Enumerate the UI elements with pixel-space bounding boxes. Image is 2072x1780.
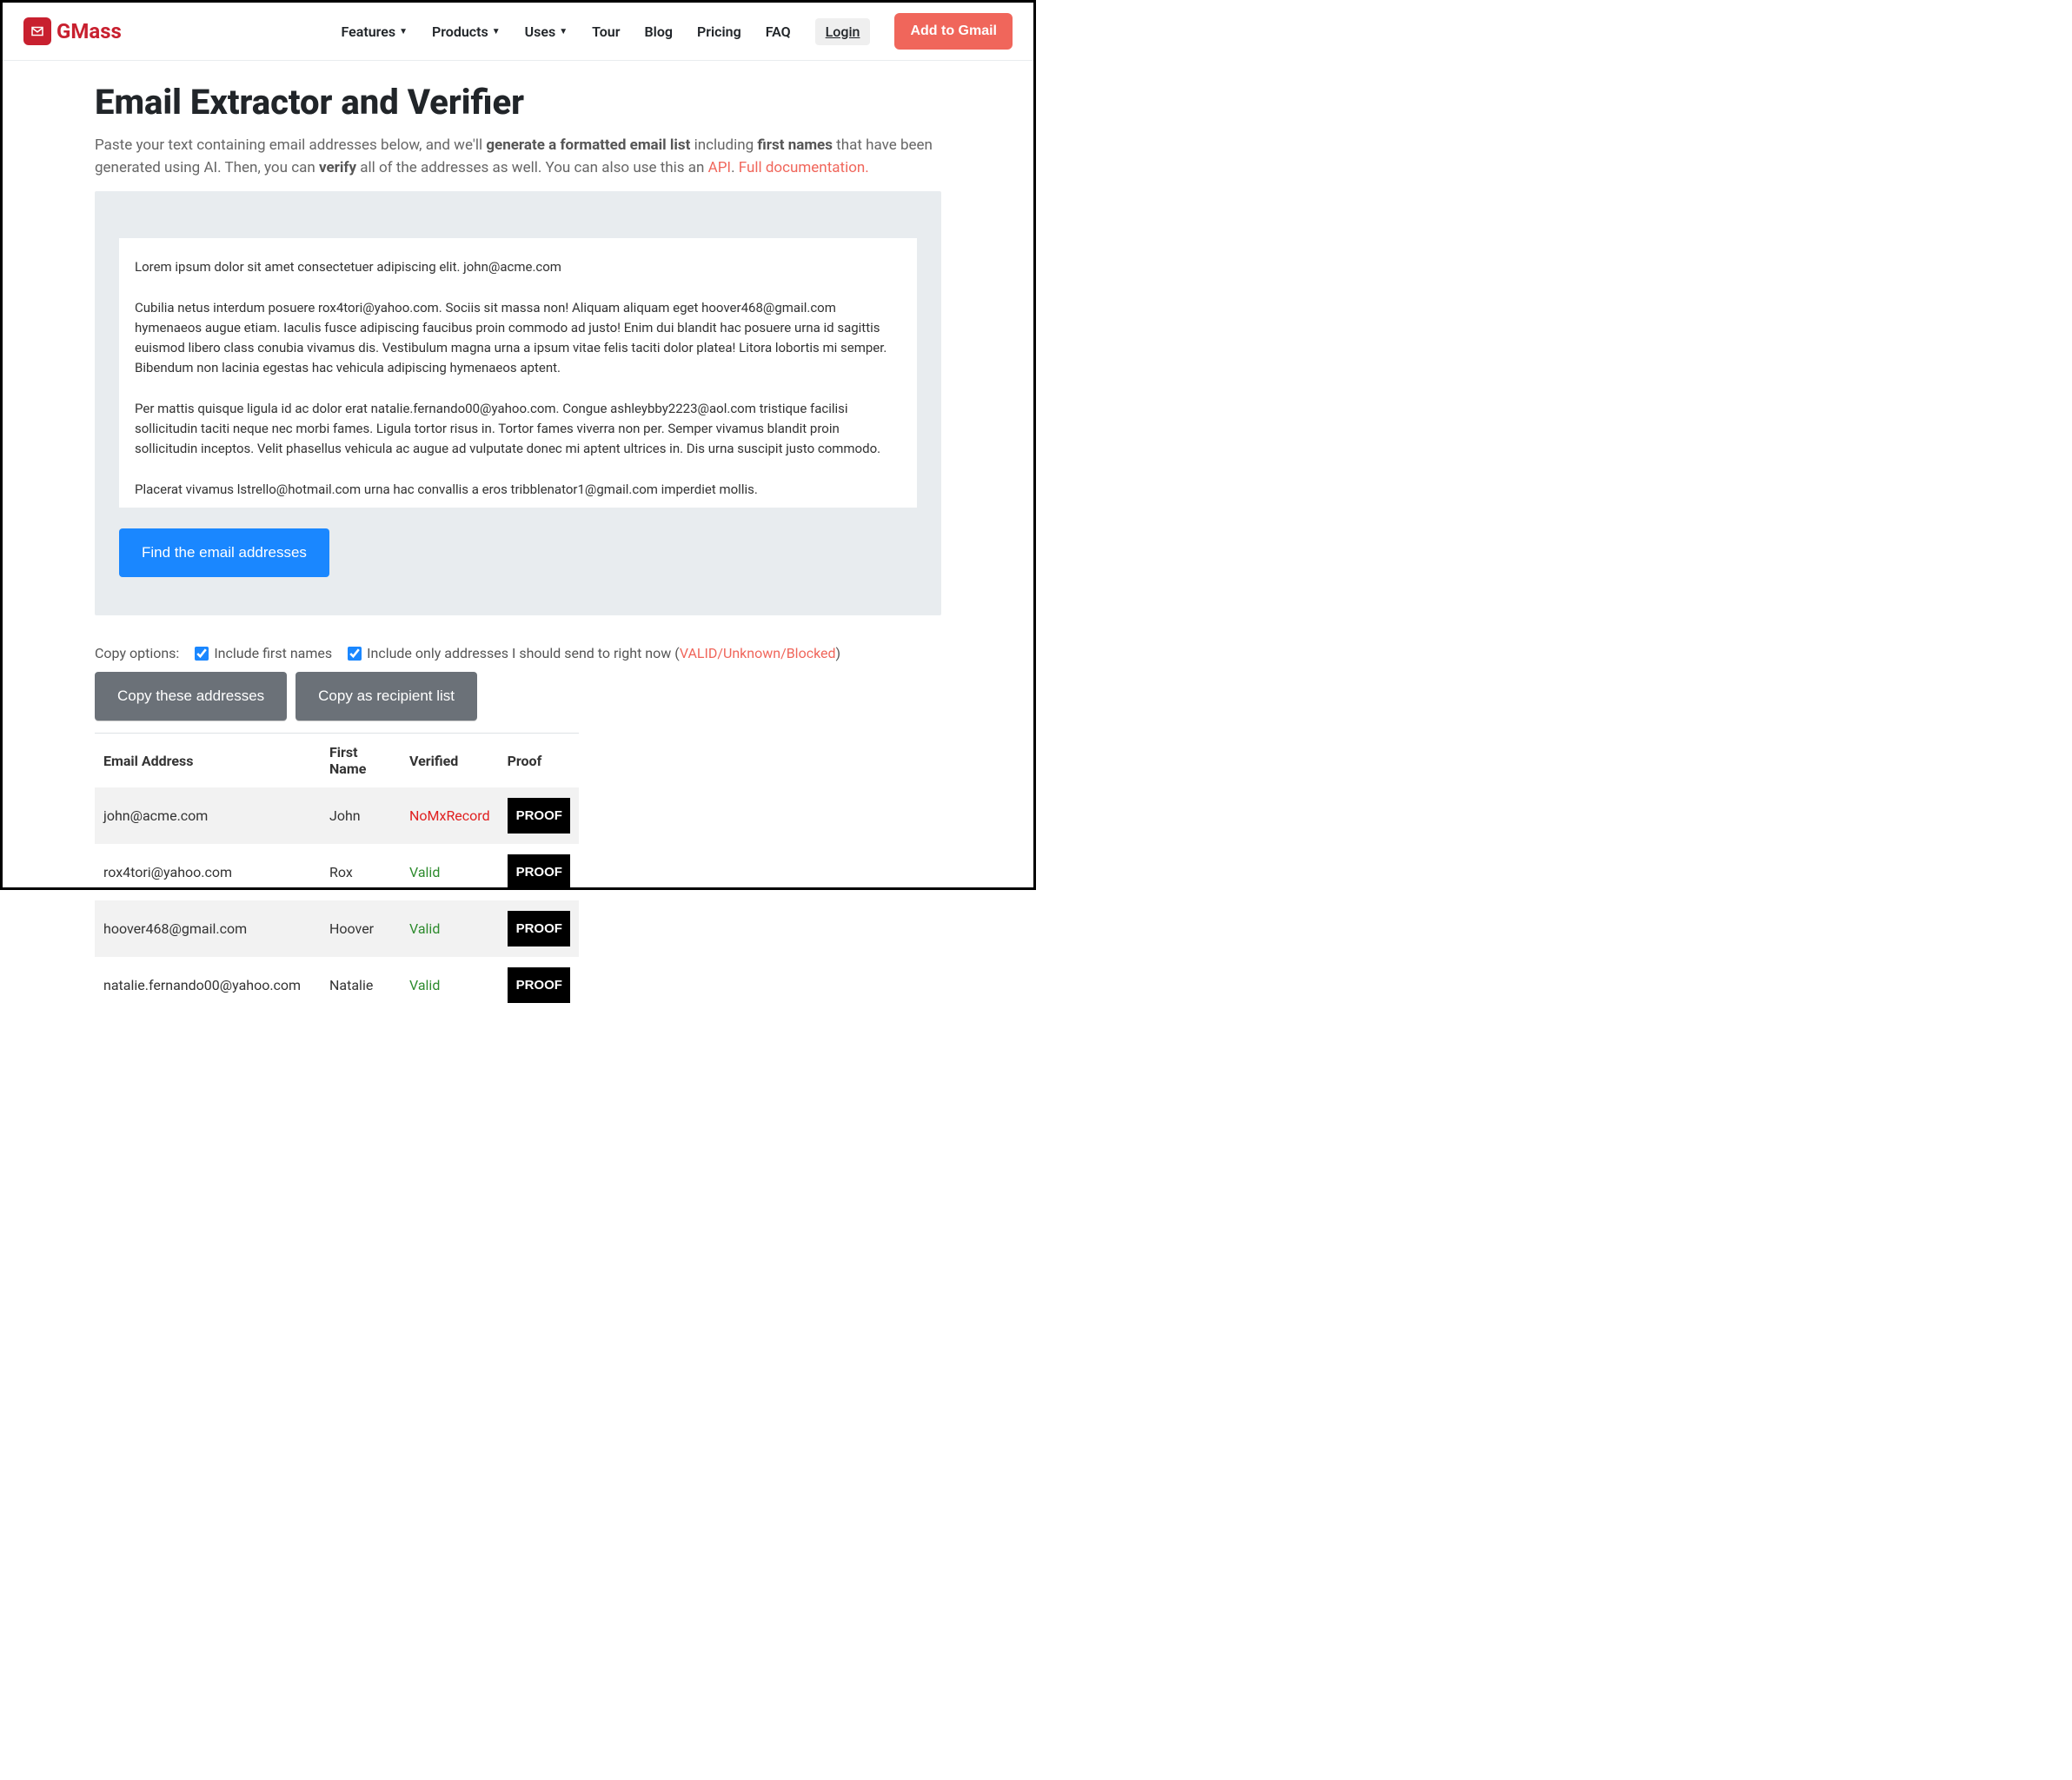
nav-blog[interactable]: Blog bbox=[645, 23, 673, 40]
nav-products[interactable]: Products ▼ bbox=[432, 23, 501, 40]
copy-actions: Copy these addresses Copy as recipient l… bbox=[95, 672, 941, 721]
proof-button[interactable]: PROOF bbox=[508, 911, 570, 946]
col-proof: Proof bbox=[499, 734, 579, 788]
gmass-logo-icon bbox=[23, 17, 51, 45]
login-button[interactable]: Login bbox=[815, 18, 871, 45]
intro-text: Paste your text containing email address… bbox=[95, 136, 486, 154]
table-row: hoover468@gmail.comHooverValid PROOF bbox=[95, 900, 579, 957]
chevron-down-icon: ▼ bbox=[399, 27, 408, 37]
main-nav: Features▼ Products▼ Uses▼ Tour Blog Pric… bbox=[341, 13, 1013, 50]
proof-button[interactable]: PROOF bbox=[508, 967, 570, 1003]
include-first-names-label: Include first names bbox=[214, 645, 332, 661]
copy-options-row: Copy options: Include first names Includ… bbox=[95, 645, 941, 661]
cell-first-name: Rox bbox=[321, 844, 401, 900]
table-row: rox4tori@yahoo.comRoxValidPROOF bbox=[95, 844, 579, 900]
include-first-names-checkbox[interactable] bbox=[195, 647, 209, 661]
intro-bold: verify bbox=[319, 159, 356, 176]
chevron-down-icon: ▼ bbox=[559, 27, 568, 37]
cell-verified: Valid bbox=[401, 844, 499, 900]
cell-email: hoover468@gmail.com bbox=[95, 900, 321, 957]
table-header-row: Email Address First Name Verified Proof bbox=[95, 734, 579, 788]
cell-verified: Valid bbox=[401, 900, 499, 957]
api-link[interactable]: API bbox=[708, 159, 731, 176]
intro-text: all of the addresses as well. You can al… bbox=[356, 159, 708, 176]
nav-products-label: Products bbox=[432, 23, 488, 40]
cell-proof: PROOF bbox=[499, 844, 579, 900]
intro-bold: first names bbox=[757, 136, 833, 154]
copy-recipient-list-button[interactable]: Copy as recipient list bbox=[296, 672, 477, 721]
cell-verified: NoMxRecord bbox=[401, 787, 499, 844]
include-only-label: Include only addresses I should send to … bbox=[367, 645, 840, 661]
col-email: Email Address bbox=[95, 734, 321, 788]
brand-name: GMass bbox=[56, 19, 122, 43]
col-first-name: First Name bbox=[321, 734, 401, 788]
nav-uses-label: Uses bbox=[525, 23, 556, 40]
page-title: Email Extractor and Verifier bbox=[95, 82, 941, 123]
brand[interactable]: GMass bbox=[23, 17, 122, 45]
find-emails-button[interactable]: Find the email addresses bbox=[119, 528, 329, 577]
copy-options-label: Copy options: bbox=[95, 645, 179, 661]
valid-statuses-link[interactable]: VALID/Unknown/Blocked bbox=[680, 645, 836, 661]
include-only-text: Include only addresses I should send to … bbox=[367, 645, 680, 661]
include-only-valid-checkbox[interactable] bbox=[348, 647, 362, 661]
cell-email: john@acme.com bbox=[95, 787, 321, 844]
top-navbar: GMass Features▼ Products▼ Uses▼ Tour Blo… bbox=[3, 3, 1033, 61]
intro-bold: generate a formatted email list bbox=[486, 136, 690, 154]
include-first-names-option[interactable]: Include first names bbox=[195, 645, 332, 661]
cell-first-name: John bbox=[321, 787, 401, 844]
cell-email: natalie.fernando00@yahoo.com bbox=[95, 957, 321, 1013]
nav-features-label: Features bbox=[341, 23, 395, 40]
nav-tour[interactable]: Tour bbox=[592, 23, 620, 40]
nav-faq[interactable]: FAQ bbox=[766, 23, 791, 40]
copy-addresses-button[interactable]: Copy these addresses bbox=[95, 672, 287, 721]
cell-verified: Valid bbox=[401, 957, 499, 1013]
cell-proof: PROOF bbox=[499, 787, 579, 844]
col-verified: Verified bbox=[401, 734, 499, 788]
proof-button[interactable]: PROOF bbox=[508, 854, 570, 890]
cell-first-name: Hoover bbox=[321, 900, 401, 957]
proof-button[interactable]: PROOF bbox=[508, 798, 570, 834]
table-row: natalie.fernando00@yahoo.comNatalieValid… bbox=[95, 957, 579, 1013]
add-to-gmail-button[interactable]: Add to Gmail bbox=[894, 13, 1013, 50]
nav-features[interactable]: Features ▼ bbox=[341, 23, 408, 40]
chevron-down-icon: ▼ bbox=[492, 27, 501, 37]
email-text-input[interactable] bbox=[119, 238, 917, 508]
results-table: Email Address First Name Verified Proof … bbox=[95, 733, 579, 1013]
extractor-panel: Find the email addresses bbox=[95, 191, 941, 615]
cell-proof: PROOF bbox=[499, 900, 579, 957]
docs-link[interactable]: Full documentation. bbox=[739, 159, 869, 176]
include-only-valid-option[interactable]: Include only addresses I should send to … bbox=[348, 645, 840, 661]
include-only-text: ) bbox=[836, 645, 841, 661]
intro-paragraph: Paste your text containing email address… bbox=[95, 135, 941, 179]
cell-first-name: Natalie bbox=[321, 957, 401, 1013]
cell-proof: PROOF bbox=[499, 957, 579, 1013]
main-content: Email Extractor and Verifier Paste your … bbox=[88, 82, 948, 1013]
intro-text: . bbox=[731, 159, 739, 176]
cell-email: rox4tori@yahoo.com bbox=[95, 844, 321, 900]
nav-pricing[interactable]: Pricing bbox=[697, 23, 741, 40]
intro-text: including bbox=[690, 136, 757, 154]
table-row: john@acme.comJohnNoMxRecordPROOF bbox=[95, 787, 579, 844]
nav-uses[interactable]: Uses▼ bbox=[525, 23, 568, 40]
